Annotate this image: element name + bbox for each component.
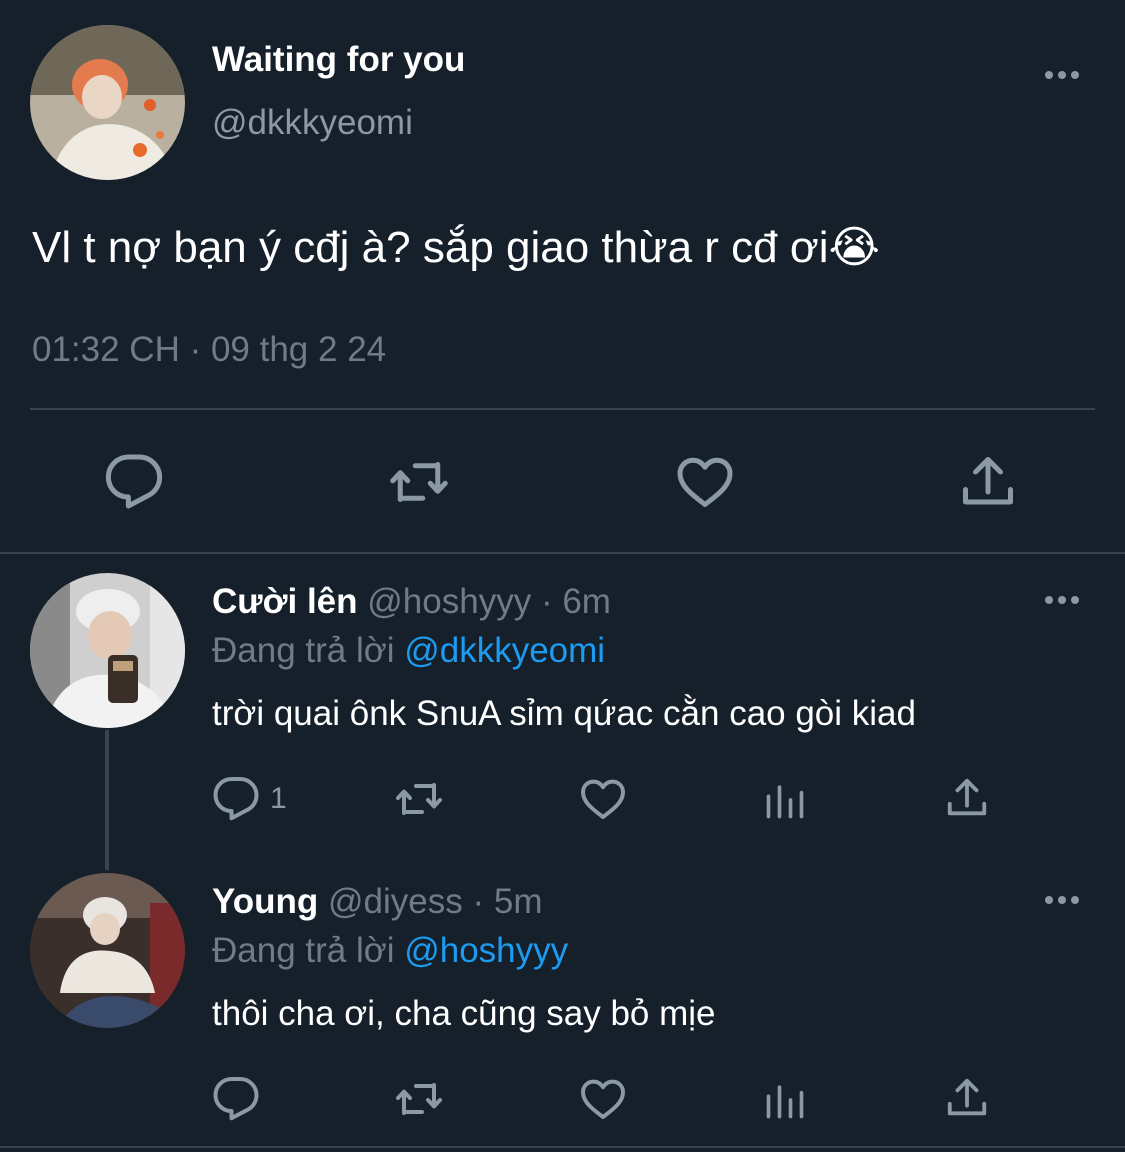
retweet-button[interactable]: [386, 452, 452, 512]
views-button[interactable]: [763, 1078, 807, 1122]
like-button[interactable]: [578, 1075, 628, 1123]
more-options-icon[interactable]: [1040, 65, 1084, 85]
avatar[interactable]: [30, 873, 185, 1028]
divider: [0, 552, 1125, 554]
retweet-button[interactable]: [391, 775, 447, 823]
mention-link[interactable]: @hoshyyy: [404, 931, 568, 970]
replying-to: Đang trả lời @hoshyyy: [212, 931, 568, 971]
avatar[interactable]: [30, 573, 185, 728]
user-handle[interactable]: @diyess: [328, 882, 463, 921]
retweet-button[interactable]: [391, 1075, 447, 1123]
reply-text: trời quai ônk SnuA sỉm qứac cằn cao gòi …: [212, 694, 916, 733]
share-icon: [944, 1075, 990, 1121]
share-button[interactable]: [944, 1075, 990, 1121]
tweet-text: Vl t nợ bạn ý cđj à? sắp giao thừa r cđ …: [32, 223, 880, 272]
views-icon: [763, 1078, 807, 1122]
like-icon: [578, 775, 628, 823]
display-name[interactable]: Waiting for you: [212, 40, 465, 80]
like-button[interactable]: [578, 775, 628, 823]
reply-header: Cười lên @hoshyyy · 6m: [212, 582, 611, 622]
reply-time: · 5m: [472, 882, 543, 921]
reply-button[interactable]: 1: [212, 775, 287, 823]
tweet-thread-page: Waiting for you @dkkkyeomi Vl t nợ bạn ý…: [0, 0, 1125, 1152]
views-button[interactable]: [763, 778, 807, 822]
tweet-timestamp[interactable]: 01:32 CH · 09 thg 2 24: [32, 330, 386, 370]
views-icon: [763, 778, 807, 822]
like-button[interactable]: [674, 452, 736, 512]
reply-button[interactable]: [104, 452, 164, 512]
divider: [0, 1146, 1125, 1148]
more-options-icon[interactable]: [1040, 890, 1084, 910]
reply-text: thôi cha ơi, cha cũng say bỏ mịe: [212, 994, 716, 1033]
more-options-icon[interactable]: [1040, 590, 1084, 610]
avatar[interactable]: [30, 25, 185, 180]
replying-label: Đang trả lời: [212, 631, 395, 670]
reply-icon: [212, 1075, 260, 1123]
display-name[interactable]: Cười lên: [212, 582, 358, 621]
reply-icon: [104, 452, 164, 512]
like-icon: [674, 452, 736, 512]
retweet-icon: [391, 775, 447, 823]
replying-to: Đang trả lời @dkkkyeomi: [212, 631, 605, 671]
reply-button[interactable]: [212, 1075, 260, 1123]
replying-label: Đang trả lời: [212, 931, 395, 970]
display-name[interactable]: Young: [212, 882, 318, 921]
retweet-icon: [391, 1075, 447, 1123]
reply-icon: [212, 775, 260, 823]
mention-link[interactable]: @dkkkyeomi: [404, 631, 605, 670]
share-icon: [958, 452, 1018, 512]
reply-header: Young @diyess · 5m: [212, 882, 542, 922]
reply-count: 1: [270, 782, 287, 815]
divider: [30, 408, 1095, 410]
share-icon: [944, 775, 990, 821]
share-button[interactable]: [958, 452, 1018, 512]
user-handle[interactable]: @dkkkyeomi: [212, 103, 413, 143]
retweet-icon: [386, 452, 452, 512]
user-handle[interactable]: @hoshyyy: [367, 582, 531, 621]
share-button[interactable]: [944, 775, 990, 821]
thread-line: [105, 730, 109, 870]
like-icon: [578, 1075, 628, 1123]
reply-time: · 6m: [540, 582, 611, 621]
